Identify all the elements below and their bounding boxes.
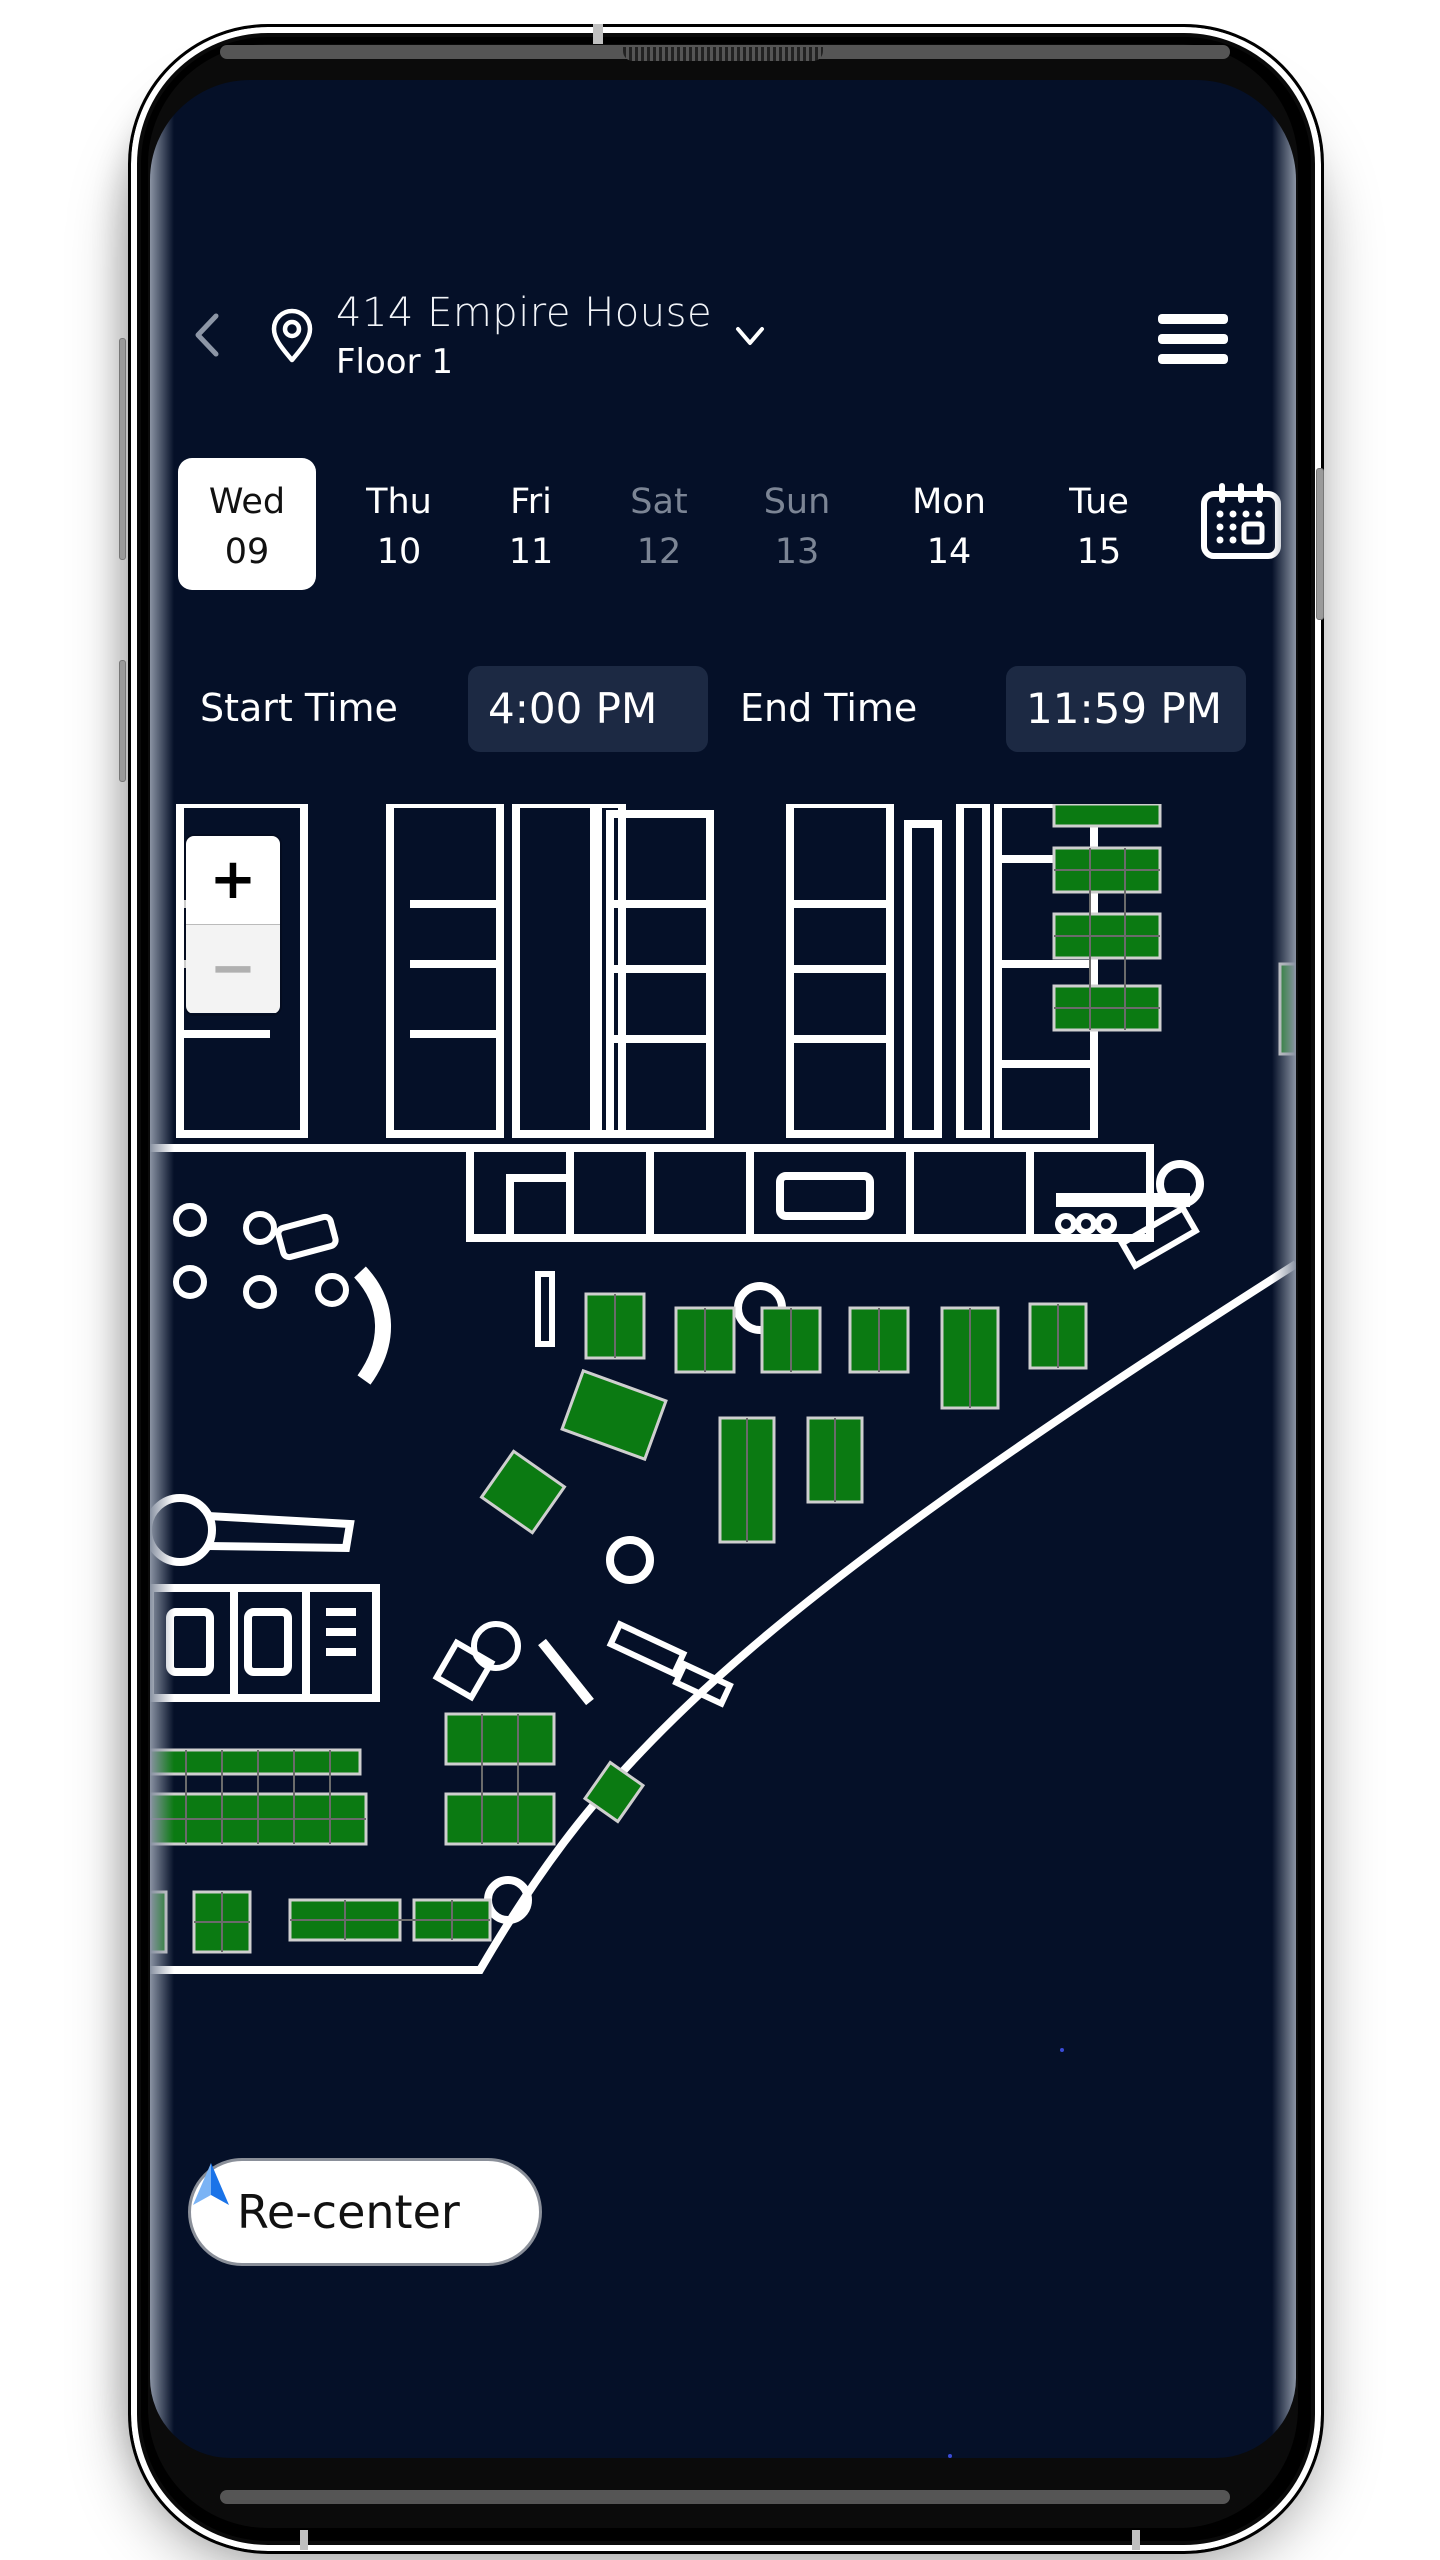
end-time-label: End Time bbox=[740, 686, 918, 730]
start-time-picker[interactable]: 4:00 PM bbox=[468, 666, 708, 752]
day-number: 12 bbox=[636, 532, 682, 572]
day-name: Fri bbox=[510, 482, 552, 522]
location-dropdown-button[interactable] bbox=[730, 316, 770, 356]
location-dot bbox=[1060, 2048, 1064, 2052]
day-tab[interactable]: Thu 10 bbox=[330, 458, 468, 590]
app-screen: 414 Empire House Floor 1 Wed 09 Thu 10 Fri… bbox=[150, 80, 1296, 2458]
zoom-controls: + − bbox=[186, 836, 280, 1014]
date-selector: Wed 09 Thu 10 Fri 11 Sat 12 Sun 13 Mon 14 Tue 1… bbox=[150, 458, 1296, 594]
phone-volume-up-button bbox=[119, 338, 126, 560]
day-number: 09 bbox=[224, 532, 270, 572]
map-pin-icon bbox=[271, 308, 313, 363]
phone-volume-down-button bbox=[119, 660, 126, 782]
phone-top-notch bbox=[593, 24, 603, 44]
day-number: 14 bbox=[926, 532, 972, 572]
chevron-left-icon bbox=[195, 313, 219, 357]
day-name: Sun bbox=[763, 482, 831, 522]
location-name[interactable]: 414 Empire House bbox=[336, 290, 712, 336]
phone-bottom-pin bbox=[1132, 2530, 1140, 2550]
day-number: 13 bbox=[774, 532, 820, 572]
floor-name[interactable]: Floor 1 bbox=[336, 342, 453, 382]
day-tab[interactable]: Wed 09 bbox=[178, 458, 316, 590]
calendar-icon bbox=[1201, 483, 1281, 559]
recenter-button[interactable]: Re-center bbox=[188, 2158, 542, 2266]
day-number: 11 bbox=[508, 532, 554, 572]
chevron-down-icon bbox=[736, 327, 764, 345]
end-time-picker[interactable]: 11:59 PM bbox=[1006, 666, 1246, 752]
day-name: Mon bbox=[912, 482, 986, 522]
location-dot bbox=[948, 2454, 952, 2458]
day-tab[interactable]: Mon 14 bbox=[880, 458, 1018, 590]
phone-bottom-edge bbox=[220, 2490, 1230, 2504]
calendar-button[interactable] bbox=[1200, 482, 1282, 560]
hamburger-menu-icon bbox=[1158, 314, 1228, 364]
back-button[interactable] bbox=[188, 310, 228, 360]
zoom-out-button[interactable]: − bbox=[186, 925, 280, 1013]
start-time-label: Start Time bbox=[200, 686, 398, 730]
day-name: Thu bbox=[366, 482, 432, 522]
day-tab[interactable]: Sat 12 bbox=[590, 458, 728, 590]
app-header: 414 Empire House Floor 1 bbox=[150, 280, 1296, 382]
day-name: Tue bbox=[1069, 482, 1129, 522]
day-tab[interactable]: Sun 13 bbox=[728, 458, 866, 590]
day-tab[interactable]: Fri 11 bbox=[462, 458, 600, 590]
day-name: Sat bbox=[630, 482, 688, 522]
navigation-arrow-icon bbox=[193, 2163, 229, 2205]
hamburger-menu-button[interactable] bbox=[1158, 314, 1228, 370]
day-number: 15 bbox=[1076, 532, 1122, 572]
zoom-in-button[interactable]: + bbox=[186, 836, 280, 925]
day-number: 10 bbox=[376, 532, 422, 572]
phone-bottom-pin bbox=[300, 2530, 308, 2550]
phone-power-button bbox=[1316, 468, 1324, 620]
floor-map[interactable]: + − Re-center bbox=[150, 804, 1296, 2458]
day-name: Wed bbox=[208, 482, 286, 522]
phone-speaker bbox=[623, 47, 823, 61]
time-range: Start Time 4:00 PM End Time 11:59 PM bbox=[150, 666, 1296, 756]
day-tab[interactable]: Tue 15 bbox=[1030, 458, 1168, 590]
recenter-label: Re-center bbox=[237, 2185, 460, 2239]
